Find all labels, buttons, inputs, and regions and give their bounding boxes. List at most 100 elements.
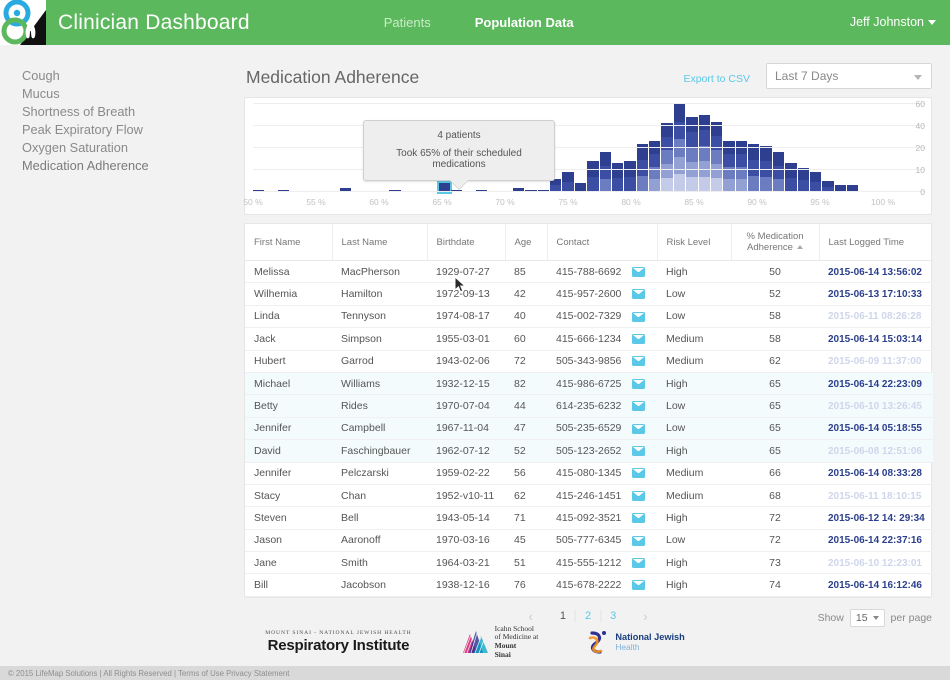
table-row[interactable]: Melissa MacPherson 1929-07-27 85 415-788-669… (245, 260, 933, 284)
chart-inner: 60 40 20 10 0 50 % 55 % 60 % 65 % 70 % 75 % 80 % 85… (243, 98, 931, 293)
cell-birthdate: 1974-08-17 (427, 305, 505, 329)
table-row[interactable]: Jennifer Pelczarski 1959-02-22 56 415-080-13… (245, 462, 933, 485)
cell-last-logged-time: 2015-06-12 14: 29:34 (819, 506, 933, 530)
sidebar-item-peak-expiratory-flow[interactable]: Peak Expiratory Flow (22, 121, 240, 139)
cell-first-name: Wilhemia (245, 282, 332, 306)
timestamp-value: 2015-06-09 11:37:00 (828, 356, 922, 368)
cell-birthdate: 1962-07-12 (427, 439, 505, 463)
chart-bar[interactable] (624, 161, 636, 192)
cell-age: 44 (505, 394, 547, 418)
cell-contact: 415-986-6725 (547, 372, 657, 396)
chart-bar[interactable] (735, 141, 747, 192)
table-row[interactable]: Jason Aaronoff 1970-03-16 45 505-777-6345 Low… (245, 529, 933, 553)
column-header-birthdate[interactable]: Birthdate (427, 224, 506, 261)
chart-bar[interactable] (649, 141, 661, 192)
sidebar-item-oxygen-saturation[interactable]: Oxygen Saturation (22, 139, 240, 157)
chart-bar[interactable] (562, 172, 574, 192)
chart-bar[interactable] (587, 161, 599, 192)
table-row[interactable]: Linda Tennyson 1974-08-17 40 415-002-7329 Low… (245, 305, 933, 329)
timestamp-value: 2015-06-10 13:26:45 (828, 401, 922, 413)
sidebar-item-cough[interactable]: Cough (22, 67, 240, 85)
phone-number: 415-788-6692 (556, 265, 622, 278)
envelope-icon[interactable] (632, 557, 646, 568)
envelope-icon[interactable] (632, 446, 646, 457)
column-header-last-logged-time[interactable]: Last Logged Time (819, 224, 933, 261)
sidebar-item-shortness-of-breath[interactable]: Shortness of Breath (22, 103, 240, 121)
chart-bar[interactable] (772, 152, 785, 192)
table-row[interactable]: Jennifer Campbell 1967-11-04 47 505-235-6529… (245, 417, 933, 441)
chart-bar[interactable] (809, 172, 822, 192)
table-row[interactable]: Stacy Chan 1952-v10-11 62 415-246-1451 Medium… (245, 484, 933, 508)
envelope-icon[interactable] (632, 401, 646, 412)
cell-age: 51 (505, 551, 547, 575)
column-header-age[interactable]: Age (505, 224, 548, 261)
chart-bar[interactable] (686, 117, 698, 192)
envelope-icon[interactable] (632, 423, 646, 434)
nav-item-patients[interactable]: Patients (384, 15, 431, 30)
column-header-last-name[interactable]: Last Name (332, 224, 428, 261)
table-row[interactable]: David Faschingbauer 1962-07-12 52 505-123-26… (245, 439, 933, 463)
cell-last-name: Rides (332, 394, 427, 418)
table-row[interactable]: Jane Smith 1964-03-21 51 415-555-1212 High 73 2… (245, 551, 933, 575)
chart-y-axis: 60 40 20 10 0 (887, 99, 927, 197)
envelope-icon[interactable] (632, 580, 646, 591)
chart-bar[interactable] (797, 167, 809, 192)
table-row[interactable]: Wilhemia Hamilton 1972-09-13 42 415-957-2600… (245, 282, 933, 306)
app-logo[interactable] (0, 0, 46, 45)
chart-y-tick-label: 60 (915, 99, 925, 109)
column-header-medication-adherence[interactable]: % Medication Adherence (731, 224, 820, 261)
nav-item-population-data[interactable]: Population Data (475, 15, 574, 30)
cell-contact: 415-080-1345 (547, 462, 657, 485)
chart-gridline (253, 169, 925, 170)
table-row[interactable]: Bill Jacobson 1938-12-16 76 415-678-2222 High… (245, 573, 933, 597)
cell-birthdate: 1938-12-16 (427, 573, 505, 597)
envelope-icon[interactable] (632, 378, 646, 389)
column-header-first-name[interactable]: First Name (245, 224, 333, 261)
table-row[interactable]: Betty Rides 1970-07-04 44 614-235-6232 Low 65 2… (245, 394, 933, 418)
table-row[interactable]: Hubert Garrod 1943-02-06 72 505-343-9856 Medi… (245, 350, 933, 373)
cell-birthdate: 1970-03-16 (427, 529, 505, 553)
chart-bar[interactable] (611, 163, 624, 192)
sidebar-item-mucus[interactable]: Mucus (22, 85, 240, 103)
chart-bar[interactable] (710, 121, 723, 192)
chart-bar-segment (698, 130, 710, 146)
chart-bar[interactable] (723, 141, 735, 192)
export-to-csv-link[interactable]: Export to CSV (683, 73, 750, 85)
envelope-icon[interactable] (632, 289, 646, 300)
chart-bar[interactable] (698, 115, 710, 192)
column-header-risk-level[interactable]: Risk Level (657, 224, 732, 261)
user-menu[interactable]: Jeff Johnston (850, 15, 936, 29)
envelope-icon[interactable] (632, 535, 646, 546)
column-header-contact[interactable]: Contact (547, 224, 658, 261)
chart-bar[interactable] (785, 163, 797, 192)
table-row[interactable]: Michael Williams 1932-12-15 82 415-986-6725 H… (245, 372, 933, 396)
sidebar-item-medication-adherence[interactable]: Medication Adherence (22, 157, 240, 175)
tooltip-arrow (450, 180, 468, 189)
envelope-icon[interactable] (632, 513, 646, 524)
chart-gridline (253, 147, 925, 148)
envelope-icon[interactable] (632, 311, 646, 322)
chart-bar-segment (698, 115, 710, 131)
chart-bar[interactable] (636, 143, 648, 192)
phone-number: 415-080-1345 (556, 467, 622, 480)
date-range-value: Last 7 Days (775, 69, 839, 83)
phone-number: 415-986-6725 (556, 377, 622, 390)
date-range-select[interactable]: Last 7 Days (766, 63, 932, 89)
chart-bar-segment (611, 177, 624, 192)
table-row[interactable]: Jack Simpson 1955-03-01 60 415-666-1234 Mediu… (245, 327, 933, 351)
envelope-icon[interactable] (632, 490, 646, 501)
chart-bar-segment (661, 150, 673, 165)
chart-bar[interactable] (661, 122, 673, 192)
envelope-icon[interactable] (632, 334, 646, 345)
envelope-icon[interactable] (632, 356, 646, 367)
chart-bar[interactable] (599, 152, 611, 192)
cell-risk-level: Medium (657, 462, 731, 485)
cell-first-name: Linda (245, 305, 332, 329)
chart-bar[interactable] (748, 143, 760, 192)
envelope-icon[interactable] (632, 266, 646, 277)
chart-bar[interactable] (673, 104, 686, 192)
adherence-histogram-card: 60 40 20 10 0 50 % 55 % 60 % 65 % 70 % 75 % 80 % 85… (243, 97, 932, 293)
envelope-icon[interactable] (632, 468, 646, 479)
table-row[interactable]: Steven Bell 1943-05-14 71 415-092-3521 High 72… (245, 506, 933, 530)
chart-bar-segment (785, 163, 797, 178)
